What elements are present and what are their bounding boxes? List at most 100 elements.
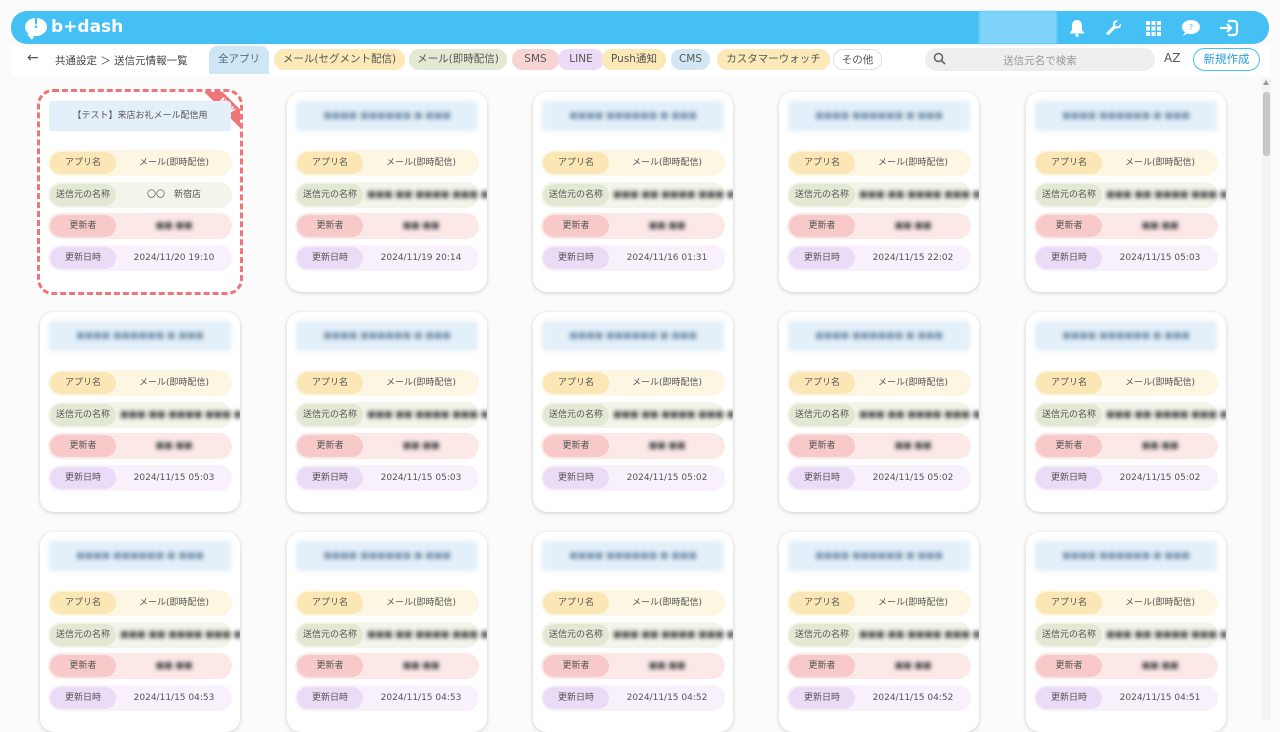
card-row-updated: 更新日時 2024/11/15 05:03 (1034, 245, 1218, 271)
scrollbar[interactable] (1262, 78, 1271, 720)
card-label-sender: 送信元の名称 (789, 624, 855, 646)
scrollbar-thumb[interactable] (1263, 92, 1270, 156)
card-value-updated: 2024/11/15 04:53 (133, 693, 215, 703)
card-row-updated: 更新日時 2024/11/15 05:02 (787, 465, 971, 491)
card-label-updater: 更新者 (789, 655, 855, 677)
card-value-updated: 2024/11/15 04:52 (872, 693, 954, 703)
sender-card[interactable]: ■■■■ ■■■■■■ ■ ■■■ アプリ名 メール(即時配信) 送信元の名称 ■■■ … (1026, 532, 1226, 732)
card-value-sender: ■■■ ■■ ■■■■ ■■■ ■ (613, 630, 733, 640)
card-title: ■■■■ ■■■■■■ ■ ■■■ (1035, 541, 1217, 571)
bell-icon[interactable] (1065, 16, 1089, 40)
card-value-updater: ■■ ■■ (648, 221, 686, 231)
sender-card[interactable]: ■■■■ ■■■■■■ ■ ■■■ アプリ名 メール(即時配信) 送信元の名称 ■■■ … (533, 312, 733, 512)
card-label-app: アプリ名 (297, 372, 363, 394)
card-value-sender: ■■■ ■■ ■■■■ ■■■ ■ (120, 630, 240, 640)
card-row-updated: 更新日時 2024/11/15 04:51 (1034, 685, 1218, 711)
card-value-updater: ■■ ■■ (894, 441, 932, 451)
wrench-icon[interactable] (1102, 16, 1126, 40)
tab-6[interactable]: CMS (671, 49, 710, 70)
create-new-button[interactable]: 新規作成 (1193, 48, 1260, 71)
card-value-sender: 〇〇 新宿店 (146, 190, 201, 200)
card-row-sender: 送信元の名称 ■■■ ■■ ■■■■ ■■■ ■ (1034, 622, 1226, 648)
tab-4[interactable]: LINE (558, 49, 604, 70)
tab-3[interactable]: SMS (512, 49, 559, 70)
card-value-updated: 2024/11/15 04:52 (626, 693, 708, 703)
card-label-updated: 更新日時 (1036, 687, 1102, 709)
grid-icon[interactable] (1141, 16, 1165, 40)
sender-card[interactable]: ■■■■ ■■■■■■ ■ ■■■ アプリ名 メール(即時配信) 送信元の名称 ■■■ … (40, 532, 240, 732)
card-row-sender: 送信元の名称 ■■■ ■■ ■■■■ ■■■ ■ (1034, 402, 1226, 428)
card-value-updated: 2024/11/15 05:03 (380, 473, 462, 483)
sender-card[interactable]: ■■■■ ■■■■■■ ■ ■■■ アプリ名 メール(即時配信) 送信元の名称 ■■■ … (287, 312, 487, 512)
scroll-up-arrow-icon[interactable] (1263, 80, 1269, 85)
card-label-sender: 送信元の名称 (50, 404, 116, 426)
card-label-app: アプリ名 (789, 152, 855, 174)
search-input[interactable]: 送信元名で検索 (925, 48, 1155, 71)
sender-card[interactable]: ■■■■ ■■■■■■ ■ ■■■ アプリ名 メール(即時配信) 送信元の名称 ■■■ … (779, 312, 979, 512)
card-row-app: アプリ名 メール(即時配信) (541, 150, 725, 176)
tab-7[interactable]: カスタマーウォッチ (717, 49, 830, 70)
sender-card[interactable]: ■■■■ ■■■■■■ ■ ■■■ アプリ名 メール(即時配信) 送信元の名称 ■■■ … (533, 532, 733, 732)
card-label-app: アプリ名 (1036, 592, 1102, 614)
sender-card[interactable]: ■■■■ ■■■■■■ ■ ■■■ アプリ名 メール(即時配信) 送信元の名称 ■■■ … (287, 532, 487, 732)
sender-card[interactable]: ■■■■ ■■■■■■ ■ ■■■ アプリ名 メール(即時配信) 送信元の名称 ■■■ … (779, 92, 979, 292)
card-value-updater: ■■ ■■ (894, 661, 932, 671)
tab-5[interactable]: Push通知 (602, 49, 666, 70)
user-info[interactable] (979, 11, 1057, 44)
back-arrow-icon[interactable]: ← (27, 50, 39, 66)
card-value-app: メール(即時配信) (385, 158, 457, 168)
sender-card[interactable]: ■■■■ ■■■■■■ ■ ■■■ アプリ名 メール(即時配信) 送信元の名称 ■■■ … (533, 92, 733, 292)
card-label-updater: 更新者 (789, 215, 855, 237)
card-label-updated: 更新日時 (50, 687, 116, 709)
card-row-sender: 送信元の名称 ■■■ ■■ ■■■■ ■■■ ■ (1034, 182, 1226, 208)
card-label-sender: 送信元の名称 (543, 404, 609, 426)
card-label-app: アプリ名 (50, 592, 116, 614)
card-value-updater: ■■ ■■ (155, 221, 193, 231)
sender-card[interactable]: ■■■■ ■■■■■■ ■ ■■■ アプリ名 メール(即時配信) 送信元の名称 ■■■ … (287, 92, 487, 292)
sender-card[interactable]: ■■■■ ■■■■■■ ■ ■■■ アプリ名 メール(即時配信) 送信元の名称 ■■■ … (1026, 312, 1226, 512)
sender-card[interactable]: ■■■■ ■■■■■■ ■ ■■■ アプリ名 メール(即時配信) 送信元の名称 ■■■ … (1026, 92, 1226, 292)
card-value-updater: ■■ ■■ (402, 661, 440, 671)
sender-card[interactable]: NEW【テスト】来店お礼メール配信用アプリ名メール(即時配信)送信元の名称〇〇 … (37, 89, 243, 295)
tab-0[interactable]: 全アプリ (209, 46, 269, 74)
card-row-updater: 更新者 ■■ ■■ (787, 213, 971, 239)
card-label-updated: 更新日時 (789, 467, 855, 489)
card-label-app: アプリ名 (543, 592, 609, 614)
card-label-sender: 送信元の名称 (1036, 404, 1102, 426)
card-row-updated: 更新日時 2024/11/19 20:14 (295, 245, 479, 271)
card-row-updated: 更新日時 2024/11/15 22:02 (787, 245, 971, 271)
card-label-updater: 更新者 (789, 435, 855, 457)
logo-bubble-icon (25, 17, 47, 40)
card-row-updated: 更新日時 2024/11/15 05:03 (48, 465, 232, 491)
card-value-sender: ■■■ ■■ ■■■■ ■■■ ■ (613, 190, 733, 200)
card-label-sender: 送信元の名称 (297, 184, 363, 206)
card-value-updater: ■■ ■■ (402, 441, 440, 451)
card-label-sender: 送信元の名称 (543, 624, 609, 646)
sender-card[interactable]: ■■■■ ■■■■■■ ■ ■■■ アプリ名 メール(即時配信) 送信元の名称 ■■■ … (779, 532, 979, 732)
logo[interactable]: b+dash (25, 17, 123, 40)
breadcrumb: 共通設定 ＞ 送信元情報一覧 (55, 55, 188, 67)
sort-az-button[interactable]: AZ (1164, 51, 1180, 65)
card-row-updated: 更新日時 2024/11/15 04:52 (787, 685, 971, 711)
card-label-updated: 更新日時 (543, 247, 609, 269)
card-row-updater: 更新者 ■■ ■■ (541, 433, 725, 459)
sender-card[interactable]: ■■■■ ■■■■■■ ■ ■■■ アプリ名 メール(即時配信) 送信元の名称 ■■■ … (40, 312, 240, 512)
card-label-updater: 更新者 (50, 215, 116, 237)
tab-1[interactable]: メール(セグメント配信) (274, 49, 405, 70)
card-label-updated: 更新日時 (543, 467, 609, 489)
chat-bubble-icon[interactable]: ? (1179, 16, 1203, 40)
logout-icon[interactable] (1217, 16, 1241, 40)
card-label-updated: 更新日時 (789, 247, 855, 269)
card-row-app: アプリ名 メール(即時配信) (295, 370, 479, 396)
tab-2[interactable]: メール(即時配信) (409, 49, 507, 70)
card-row-sender: 送信元の名称 ■■■ ■■ ■■■■ ■■■ ■ (787, 182, 979, 208)
card-row-updated: 更新日時 2024/11/15 05:03 (295, 465, 479, 491)
card-value-app: メール(即時配信) (631, 598, 703, 608)
tab-8[interactable]: その他 (833, 49, 882, 70)
card-label-app: アプリ名 (297, 592, 363, 614)
card-row-updated: 更新日時 2024/11/15 04:53 (48, 685, 232, 711)
card-label-sender: 送信元の名称 (297, 404, 363, 426)
card-label-updater: 更新者 (50, 435, 116, 457)
card-label-updated: 更新日時 (1036, 247, 1102, 269)
card-title: ■■■■ ■■■■■■ ■ ■■■ (788, 541, 970, 571)
